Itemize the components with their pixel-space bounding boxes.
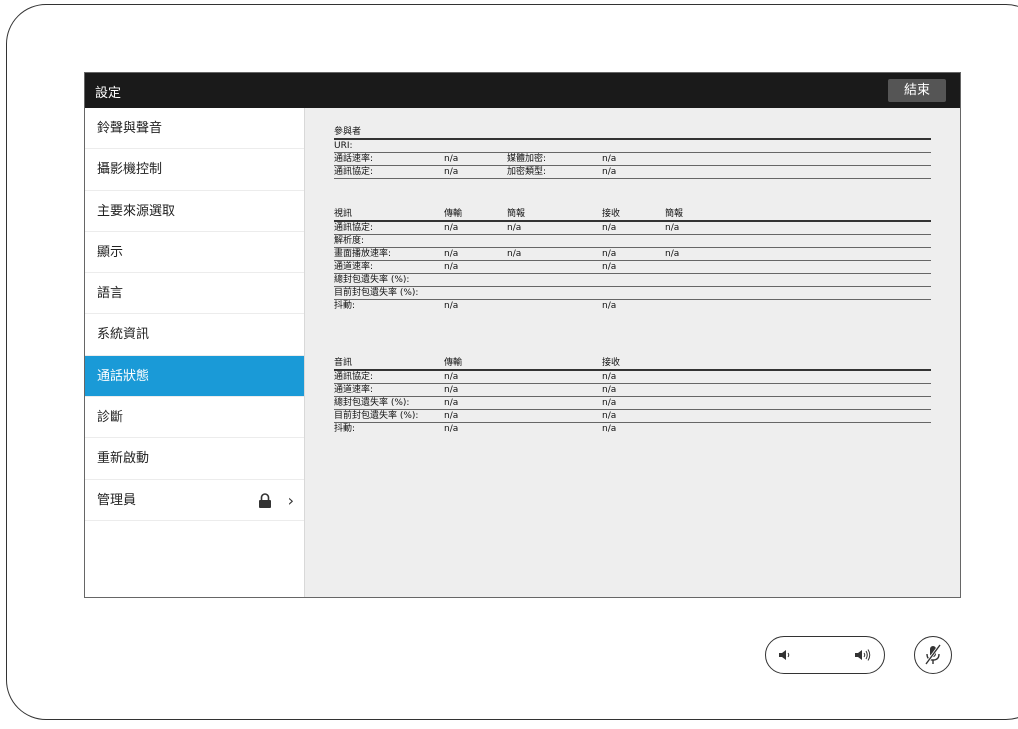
sidebar: 鈴聲與聲音 攝影機控制 主要來源選取 顯示 語言 系統資訊 通話狀態 診斷 重新…	[85, 108, 305, 597]
sidebar-item-label: 主要來源選取	[97, 203, 176, 219]
lock-icon	[259, 492, 271, 508]
sidebar-item-label: 語言	[97, 286, 124, 302]
chevron-right-icon: ›	[287, 490, 294, 510]
mute-button[interactable]	[914, 636, 952, 674]
volume-up-icon[interactable]	[854, 648, 874, 662]
sidebar-item-system-info[interactable]: 系統資訊	[85, 314, 304, 356]
table-row: 通訊協定: n/a n/a	[334, 371, 931, 384]
sidebar-item-label: 管理員	[97, 492, 137, 508]
sidebar-item-label: 重新啟動	[97, 451, 150, 467]
table-row: 目前封包遺失率 (%):	[334, 287, 931, 300]
sidebar-item-camera-control[interactable]: 攝影機控制	[85, 149, 304, 191]
page-title: 設定	[95, 86, 122, 101]
call-status-content: 參與者 URI: 通話速率: n/a 媒體加密: n/a 通訊協定: n/a 加…	[305, 108, 960, 597]
sidebar-item-label: 鈴聲與聲音	[97, 121, 163, 136]
table-row: 通話速率: n/a 媒體加密: n/a	[334, 153, 931, 166]
table-row: 通訊協定: n/a n/a n/a n/a	[334, 222, 931, 235]
table-row: 抖動: n/a n/a	[334, 424, 617, 434]
sidebar-item-call-status[interactable]: 通話狀態	[85, 355, 304, 398]
table-row: 通道速率: n/a n/a	[334, 384, 931, 397]
end-button[interactable]: 結束	[888, 79, 946, 102]
sidebar-item-language[interactable]: 語言	[85, 273, 304, 315]
sidebar-item-label: 診斷	[97, 410, 124, 426]
table-row: 抖動: n/a n/a	[334, 301, 617, 311]
sidebar-item-label: 通話狀態	[97, 368, 150, 384]
table-row: 解析度:	[334, 235, 931, 248]
table-row: 目前封包遺失率 (%): n/a n/a	[334, 410, 931, 423]
sidebar-item-diagnostics[interactable]: 診斷	[85, 397, 304, 439]
sidebar-item-label: 系統資訊	[97, 327, 150, 343]
title-bar: 設定 結束	[85, 73, 960, 108]
settings-panel: 設定 結束 鈴聲與聲音 攝影機控制 主要來源選取 顯示 語言 系統資訊 通話狀態…	[84, 72, 961, 598]
participants-section: 參與者 URI: 通話速率: n/a 媒體加密: n/a 通訊協定: n/a 加…	[334, 126, 931, 179]
sidebar-item-main-source[interactable]: 主要來源選取	[85, 191, 304, 232]
sidebar-item-label: 攝影機控制	[97, 162, 163, 178]
participants-header: 參與者	[334, 126, 931, 140]
volume-control[interactable]	[765, 636, 885, 674]
sidebar-item-restart[interactable]: 重新啟動	[85, 438, 304, 480]
volume-down-icon[interactable]	[778, 649, 792, 661]
uri-row: URI:	[334, 140, 931, 153]
audio-section: 音訊 傳輸 接收 通訊協定: n/a n/a 通道速率: n/a n/a 總封包遺失率 …	[334, 357, 931, 435]
sidebar-item-display[interactable]: 顯示	[85, 232, 304, 274]
audio-header: 音訊 傳輸 接收	[334, 357, 931, 371]
table-row: 畫面播放速率: n/a n/a n/a n/a	[334, 248, 931, 261]
sidebar-item-administrator[interactable]: 管理員 ›	[85, 480, 304, 521]
table-row: 總封包遺失率 (%):	[334, 274, 931, 287]
table-row: 通訊協定: n/a 加密類型: n/a	[334, 166, 931, 179]
sidebar-item-ringtones[interactable]: 鈴聲與聲音	[85, 108, 304, 150]
video-section: 視訊 傳輸 簡報 接收 簡報 通訊協定: n/a n/a n/a n/a 解析度: 畫面…	[334, 208, 931, 312]
video-header: 視訊 傳輸 簡報 接收 簡報	[334, 208, 931, 222]
table-row: 通道速率: n/a n/a	[334, 261, 931, 274]
sidebar-item-label: 顯示	[97, 244, 124, 260]
table-row: 總封包遺失率 (%): n/a n/a	[334, 397, 931, 410]
mic-mute-icon	[924, 644, 942, 665]
